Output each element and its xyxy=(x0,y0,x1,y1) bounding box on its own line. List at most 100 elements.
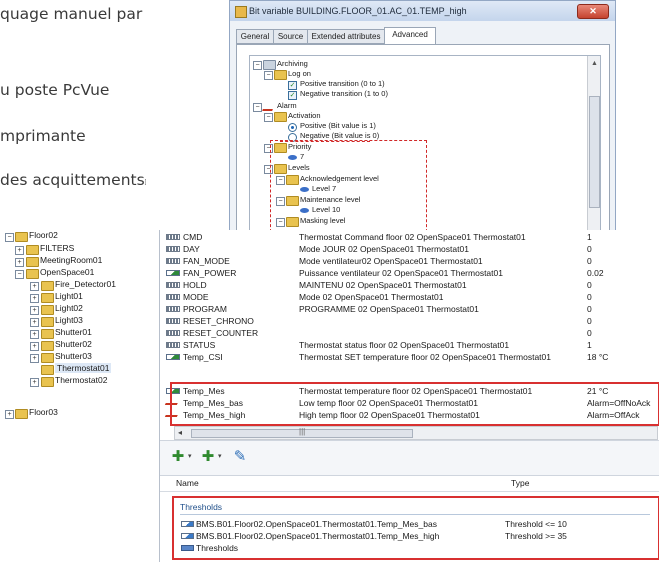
table-row[interactable]: STATUS Thermostat status floor 02 OpenSp… xyxy=(160,339,659,351)
dialog-vertical-scrollbar[interactable]: ▲ xyxy=(587,56,600,237)
variable-description: Mode JOUR 02 OpenSpace01 Thermostat01 xyxy=(299,244,469,254)
table-row[interactable]: Temp_CSI Thermostat SET temperature floo… xyxy=(160,351,659,363)
expand-toggle[interactable]: + xyxy=(30,306,39,315)
tree-item-positive-bit[interactable]: Positive (Bit value is 1) xyxy=(300,121,376,130)
tree-item-filters[interactable]: FILTERS xyxy=(40,243,74,253)
register-icon xyxy=(166,342,180,348)
folder-icon xyxy=(41,305,54,315)
tab-advanced[interactable]: Advanced xyxy=(384,27,436,45)
list-item[interactable]: BMS.B01.Floor02.OpenSpace01.Thermostat01… xyxy=(160,530,659,542)
tree-item-meetingroom01[interactable]: MeetingRoom01 xyxy=(40,255,102,265)
tree-item-floor03[interactable]: Floor03 xyxy=(29,407,58,417)
table-row[interactable]: DAY Mode JOUR 02 OpenSpace01 Thermostat0… xyxy=(160,243,659,255)
variable-description: Mode ventilateur02 OpenSpace01 Thermosta… xyxy=(299,256,483,266)
expand-toggle[interactable]: + xyxy=(15,258,24,267)
tree-item-thermostat02[interactable]: Thermostat02 xyxy=(55,375,107,385)
tree-item-log-on[interactable]: Log on xyxy=(288,69,311,78)
tree-item-openspace01[interactable]: OpenSpace01 xyxy=(40,267,94,277)
tab-general[interactable]: General xyxy=(236,29,274,44)
variable-value: 0 xyxy=(587,316,592,326)
folder-icon xyxy=(41,377,54,387)
tree-item-negative-transition[interactable]: Negative transition (1 to 0) xyxy=(300,89,388,98)
variable-description: MAINTENU 02 OpenSpace01 Thermostat01 xyxy=(299,280,467,290)
edit-button[interactable]: ✎ xyxy=(230,448,250,466)
folder-icon xyxy=(26,245,39,255)
tree-item-shutter01[interactable]: Shutter01 xyxy=(55,327,92,337)
list-item[interactable]: BMS.B01.Floor02.OpenSpace01.Thermostat01… xyxy=(160,518,659,530)
variable-description: PROGRAMME 02 OpenSpace01 Thermostat01 xyxy=(299,304,479,314)
tree-item-archiving[interactable]: Archiving xyxy=(277,59,308,68)
table-row[interactable]: FAN_MODE Mode ventilateur02 OpenSpace01 … xyxy=(160,255,659,267)
column-name-header[interactable]: Name xyxy=(176,478,199,488)
table-row[interactable]: PROGRAM PROGRAMME 02 OpenSpace01 Thermos… xyxy=(160,303,659,315)
add-variable-button[interactable]: ✚ xyxy=(168,448,188,466)
variable-name: CMD xyxy=(183,232,203,242)
dialog-title: Bit variable BUILDING.FLOOR_01.AC_01.TEM… xyxy=(249,6,467,16)
close-button[interactable]: ✕ xyxy=(577,4,609,19)
tree-item-alarm[interactable]: Alarm xyxy=(277,101,297,110)
dialog-title-bar[interactable]: Bit variable BUILDING.FLOOR_01.AC_01.TEM… xyxy=(230,1,615,21)
tree-item-thermostat01[interactable]: Thermostat01 xyxy=(55,363,112,373)
scroll-up-icon[interactable]: ▲ xyxy=(591,60,598,67)
tree-item-floor02[interactable]: Floor02 xyxy=(29,230,58,240)
checkbox-checked-icon[interactable]: ✓ xyxy=(288,91,297,100)
tree-item-light02[interactable]: Light02 xyxy=(55,303,83,313)
collapse-toggle[interactable]: − xyxy=(253,103,262,112)
register-icon xyxy=(166,306,180,312)
expand-toggle[interactable]: + xyxy=(30,318,39,327)
variable-name: DAY xyxy=(183,244,200,254)
collapse-toggle[interactable]: − xyxy=(264,71,273,80)
doc-text-line-2: u poste PcVue xyxy=(0,81,110,99)
folder-icon xyxy=(41,341,54,351)
variable-name: RESET_COUNTER xyxy=(183,328,259,338)
column-type-header[interactable]: Type xyxy=(511,478,529,488)
tree-item-shutter03[interactable]: Shutter03 xyxy=(55,351,92,361)
checkbox-checked-icon[interactable]: ✓ xyxy=(288,81,297,90)
measure-icon xyxy=(166,270,180,276)
expand-toggle[interactable]: + xyxy=(30,354,39,363)
expand-toggle[interactable]: + xyxy=(30,294,39,303)
folder-icon xyxy=(15,409,28,419)
table-row[interactable]: RESET_CHRONO 0 xyxy=(160,315,659,327)
expand-toggle[interactable]: + xyxy=(5,410,14,419)
table-row[interactable]: HOLD MAINTENU 02 OpenSpace01 Thermostat0… xyxy=(160,279,659,291)
list-item[interactable]: Thresholds xyxy=(160,542,659,554)
variable-value: 0 xyxy=(587,256,592,266)
expand-toggle[interactable]: + xyxy=(30,342,39,351)
chevron-down-icon[interactable]: ▾ xyxy=(218,452,222,460)
tree-item-fire-detector01[interactable]: Fire_Detector01 xyxy=(55,279,116,289)
variable-value: 0 xyxy=(587,328,592,338)
scroll-thumb[interactable] xyxy=(589,96,600,208)
splitter-grip-icon[interactable]: ⁞ xyxy=(144,178,152,190)
tree-item-light01[interactable]: Light01 xyxy=(55,291,83,301)
horizontal-scrollbar[interactable]: ◂ ||| xyxy=(174,426,658,440)
add-threshold-button[interactable]: ✚ xyxy=(198,448,218,466)
expand-toggle[interactable]: + xyxy=(15,246,24,255)
table-row[interactable]: CMD Thermostat Command floor 02 OpenSpac… xyxy=(160,231,659,243)
measure-icon xyxy=(166,354,180,360)
variable-description: Thermostat status floor 02 OpenSpace01 T… xyxy=(299,340,510,350)
expand-toggle[interactable]: + xyxy=(30,378,39,387)
table-row[interactable]: RESET_COUNTER 0 xyxy=(160,327,659,339)
collapse-toggle[interactable]: − xyxy=(253,61,262,70)
chevron-down-icon[interactable]: ▾ xyxy=(188,452,192,460)
tree-item-positive-transition[interactable]: Positive transition (0 to 1) xyxy=(300,79,385,88)
register-icon xyxy=(166,258,180,264)
expand-toggle[interactable]: + xyxy=(30,330,39,339)
table-row[interactable]: FAN_POWER Puissance ventilateur 02 OpenS… xyxy=(160,267,659,279)
doc-text-line-4: des acquittements xyxy=(0,171,145,189)
collapse-toggle[interactable]: − xyxy=(5,233,14,242)
folder-icon xyxy=(15,232,28,242)
folder-icon xyxy=(41,329,54,339)
table-row[interactable]: MODE Mode 02 OpenSpace01 Thermostat01 0 xyxy=(160,291,659,303)
tab-extended-attributes[interactable]: Extended attributes xyxy=(307,29,385,44)
scroll-left-icon[interactable]: ◂ xyxy=(178,428,182,437)
tree-item-activation[interactable]: Activation xyxy=(288,111,321,120)
collapse-toggle[interactable]: − xyxy=(15,270,24,279)
expand-toggle[interactable]: + xyxy=(30,282,39,291)
tree-item-light03[interactable]: Light03 xyxy=(55,315,83,325)
tab-source[interactable]: Source xyxy=(273,29,308,44)
folder-icon xyxy=(41,365,54,375)
tree-item-shutter02[interactable]: Shutter02 xyxy=(55,339,92,349)
collapse-toggle[interactable]: − xyxy=(264,113,273,122)
